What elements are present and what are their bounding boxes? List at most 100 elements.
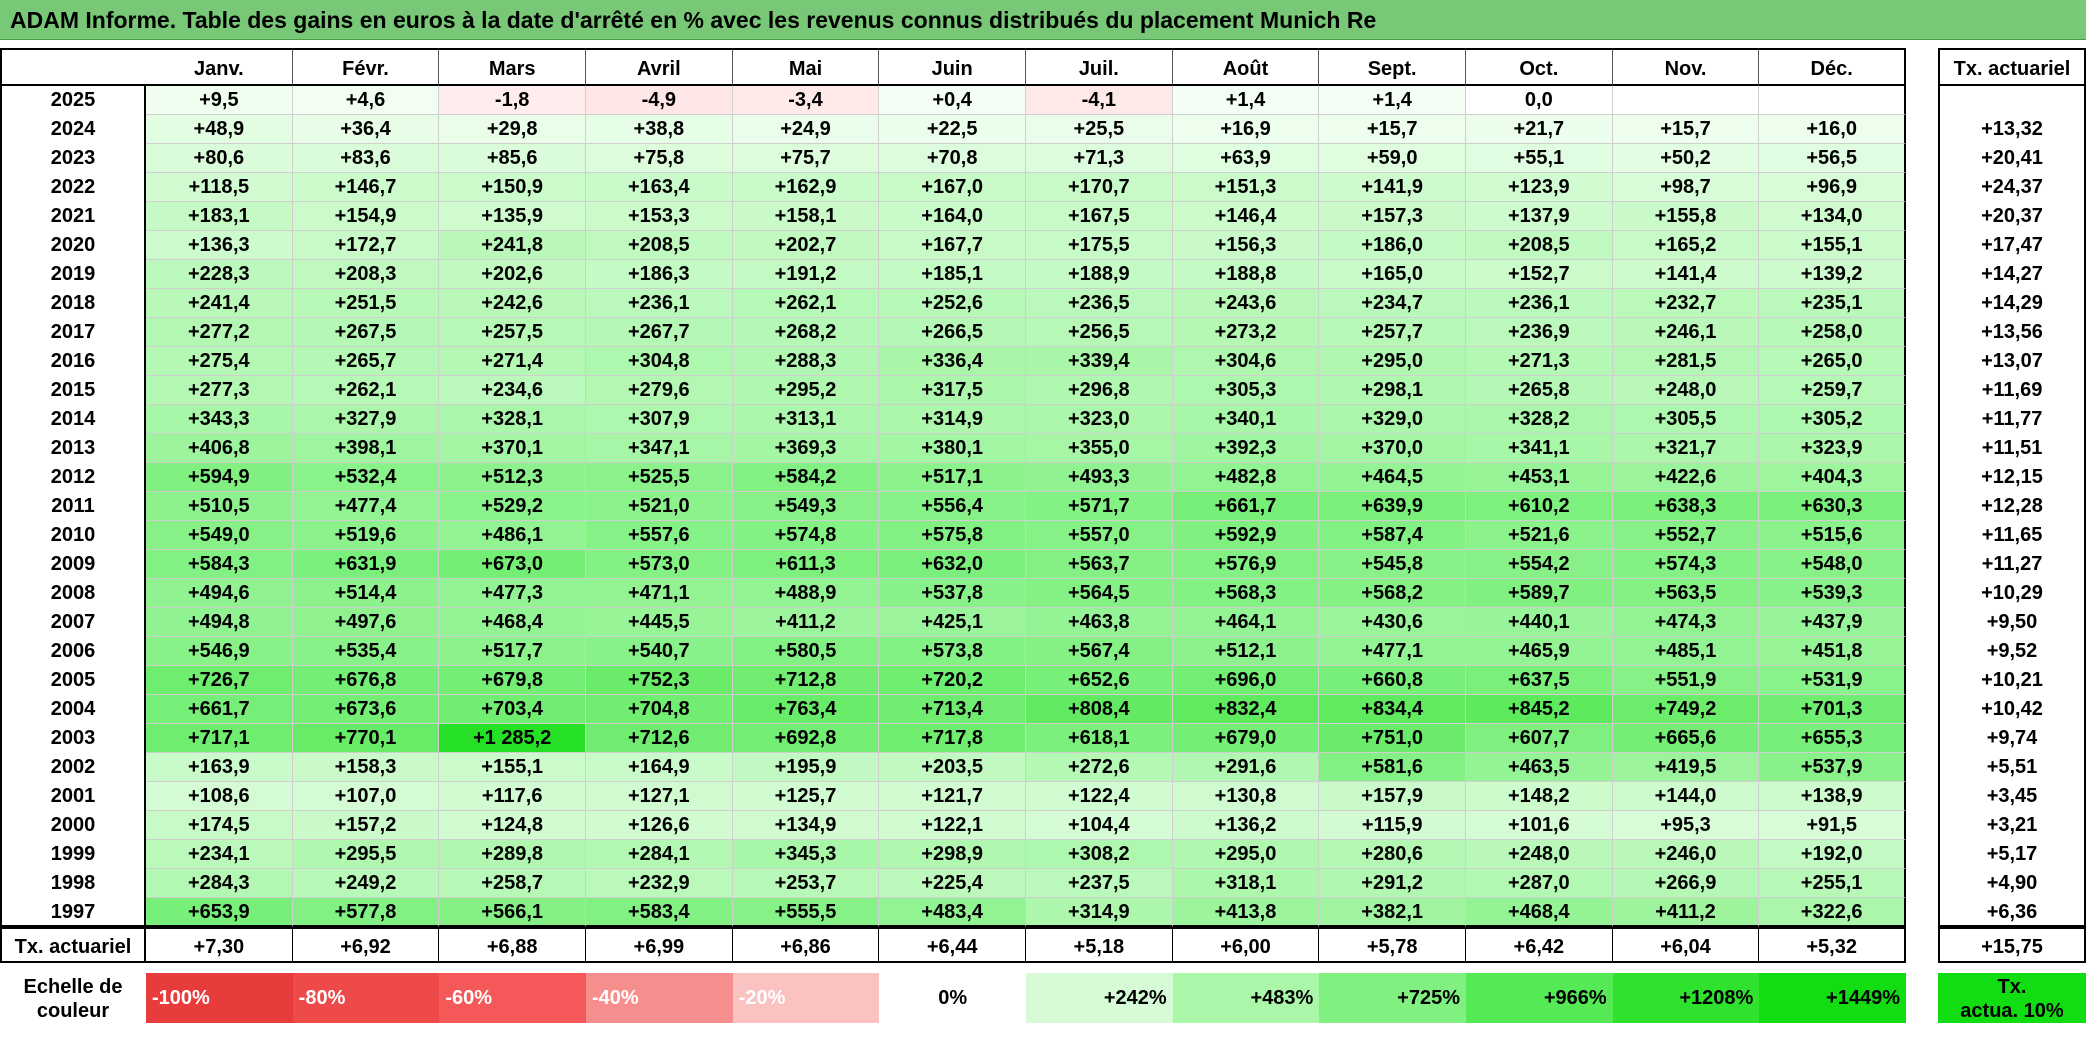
scale-swatch: +725% bbox=[1319, 973, 1466, 1023]
table-cell: +15,7 bbox=[1319, 115, 1466, 144]
table-cell: +174,5 bbox=[146, 811, 293, 840]
table-cell: +512,3 bbox=[439, 463, 586, 492]
year-label: 2024 bbox=[0, 115, 146, 144]
scale-label: Echelle de couleur bbox=[0, 973, 146, 1023]
table-cell: +284,1 bbox=[586, 840, 733, 869]
table-cell: +308,2 bbox=[1026, 840, 1173, 869]
tx-value: +11,27 bbox=[1938, 550, 2086, 579]
footer-value: +6,99 bbox=[586, 927, 733, 963]
table-cell: +318,1 bbox=[1172, 869, 1320, 898]
table-cell: +696,0 bbox=[1172, 666, 1320, 695]
table-cell: +323,0 bbox=[1026, 405, 1173, 434]
table-cell: +281,5 bbox=[1612, 347, 1760, 376]
footer-value: +6,92 bbox=[292, 927, 440, 963]
table-cell: +557,0 bbox=[1026, 521, 1173, 550]
tx-value: +14,29 bbox=[1938, 289, 2086, 318]
column-gap bbox=[1906, 869, 1938, 898]
table-cell: +611,3 bbox=[732, 550, 880, 579]
table-cell: +157,3 bbox=[1319, 202, 1466, 231]
table-cell: +583,4 bbox=[586, 898, 733, 927]
month-header: Juin bbox=[879, 48, 1026, 86]
table-cell: +234,6 bbox=[439, 376, 586, 405]
year-label: 2002 bbox=[0, 753, 146, 782]
spacer bbox=[1466, 963, 1613, 973]
table-cell: +382,1 bbox=[1319, 898, 1466, 927]
scale-swatch: -40% bbox=[586, 973, 733, 1023]
column-gap bbox=[1906, 840, 1938, 869]
table-cell: +234,7 bbox=[1319, 289, 1466, 318]
tx-value: +20,37 bbox=[1938, 202, 2086, 231]
table-cell: +679,8 bbox=[439, 666, 586, 695]
footer-value: +6,04 bbox=[1612, 927, 1760, 963]
table-cell: +126,6 bbox=[586, 811, 733, 840]
table-cell: +191,2 bbox=[732, 260, 880, 289]
spacer bbox=[292, 963, 440, 973]
scale-tx-line: Tx. bbox=[1997, 976, 2027, 998]
table-cell: +236,5 bbox=[1026, 289, 1173, 318]
table-cell: +234,1 bbox=[146, 840, 293, 869]
tx-value: +11,51 bbox=[1938, 434, 2086, 463]
table-cell: +557,6 bbox=[586, 521, 733, 550]
table-cell: +531,9 bbox=[1759, 666, 1906, 695]
table-cell: +493,3 bbox=[1026, 463, 1173, 492]
column-gap bbox=[1906, 782, 1938, 811]
table-cell: +537,9 bbox=[1759, 753, 1906, 782]
table-cell: +155,1 bbox=[439, 753, 586, 782]
table-cell: +673,6 bbox=[292, 695, 440, 724]
scale-swatch: -60% bbox=[439, 973, 586, 1023]
table-cell: +272,6 bbox=[1026, 753, 1173, 782]
table-cell: +494,6 bbox=[146, 579, 293, 608]
scale-swatch: 0% bbox=[879, 973, 1026, 1023]
spacer bbox=[1319, 963, 1466, 973]
table-cell: +637,5 bbox=[1466, 666, 1613, 695]
table-cell: +535,4 bbox=[292, 637, 440, 666]
table-cell: +322,6 bbox=[1759, 898, 1906, 927]
table-cell: +618,1 bbox=[1026, 724, 1173, 753]
scale-label-line: Echelle de bbox=[23, 976, 123, 998]
table-cell: +249,2 bbox=[292, 869, 440, 898]
column-gap bbox=[1906, 231, 1938, 260]
table-cell: +122,4 bbox=[1026, 782, 1173, 811]
table-cell: +329,0 bbox=[1319, 405, 1466, 434]
month-header: Août bbox=[1172, 48, 1320, 86]
table-cell: +574,8 bbox=[732, 521, 880, 550]
table-cell: +468,4 bbox=[1466, 898, 1613, 927]
table-cell: +477,1 bbox=[1319, 637, 1466, 666]
table-cell: +96,9 bbox=[1759, 173, 1906, 202]
table-cell: +165,2 bbox=[1612, 231, 1760, 260]
scale-tx-swatch: Tx. actua. 10% bbox=[1938, 973, 2086, 1023]
table-cell: +453,1 bbox=[1466, 463, 1613, 492]
table-cell: +808,4 bbox=[1026, 695, 1173, 724]
table-cell: +298,9 bbox=[879, 840, 1026, 869]
table-cell: +121,7 bbox=[879, 782, 1026, 811]
table-cell: +167,0 bbox=[879, 173, 1026, 202]
table-cell: +262,1 bbox=[732, 289, 880, 318]
column-gap bbox=[1906, 202, 1938, 231]
month-header: Sept. bbox=[1319, 48, 1466, 86]
table-cell: +165,0 bbox=[1319, 260, 1466, 289]
gains-table: Janv. Févr. Mars Avril Mai Juin Juil. Août Sept.… bbox=[0, 48, 2086, 1023]
table-cell: +157,9 bbox=[1319, 782, 1466, 811]
tx-value: +12,28 bbox=[1938, 492, 2086, 521]
table-cell: +208,5 bbox=[586, 231, 733, 260]
table-cell: +313,1 bbox=[732, 405, 880, 434]
table-cell: +568,2 bbox=[1319, 579, 1466, 608]
table-cell: +607,7 bbox=[1466, 724, 1613, 753]
table-cell: +265,7 bbox=[292, 347, 440, 376]
table-cell: +150,9 bbox=[439, 173, 586, 202]
table-cell: +341,1 bbox=[1466, 434, 1613, 463]
scale-tx-line: actua. 10% bbox=[1960, 1000, 2064, 1022]
table-cell: +483,4 bbox=[879, 898, 1026, 927]
table-cell: +321,7 bbox=[1612, 434, 1760, 463]
table-cell: +770,1 bbox=[292, 724, 440, 753]
tx-value: +11,69 bbox=[1938, 376, 2086, 405]
spacer bbox=[1938, 963, 2086, 973]
tx-value: +10,29 bbox=[1938, 579, 2086, 608]
footer-value: +6,44 bbox=[879, 927, 1026, 963]
scale-swatch: -80% bbox=[292, 973, 440, 1023]
table-cell: +552,7 bbox=[1612, 521, 1760, 550]
table-cell: +713,4 bbox=[879, 695, 1026, 724]
table-cell: +676,8 bbox=[292, 666, 440, 695]
spacer bbox=[1759, 963, 1906, 973]
table-cell: +749,2 bbox=[1612, 695, 1760, 724]
